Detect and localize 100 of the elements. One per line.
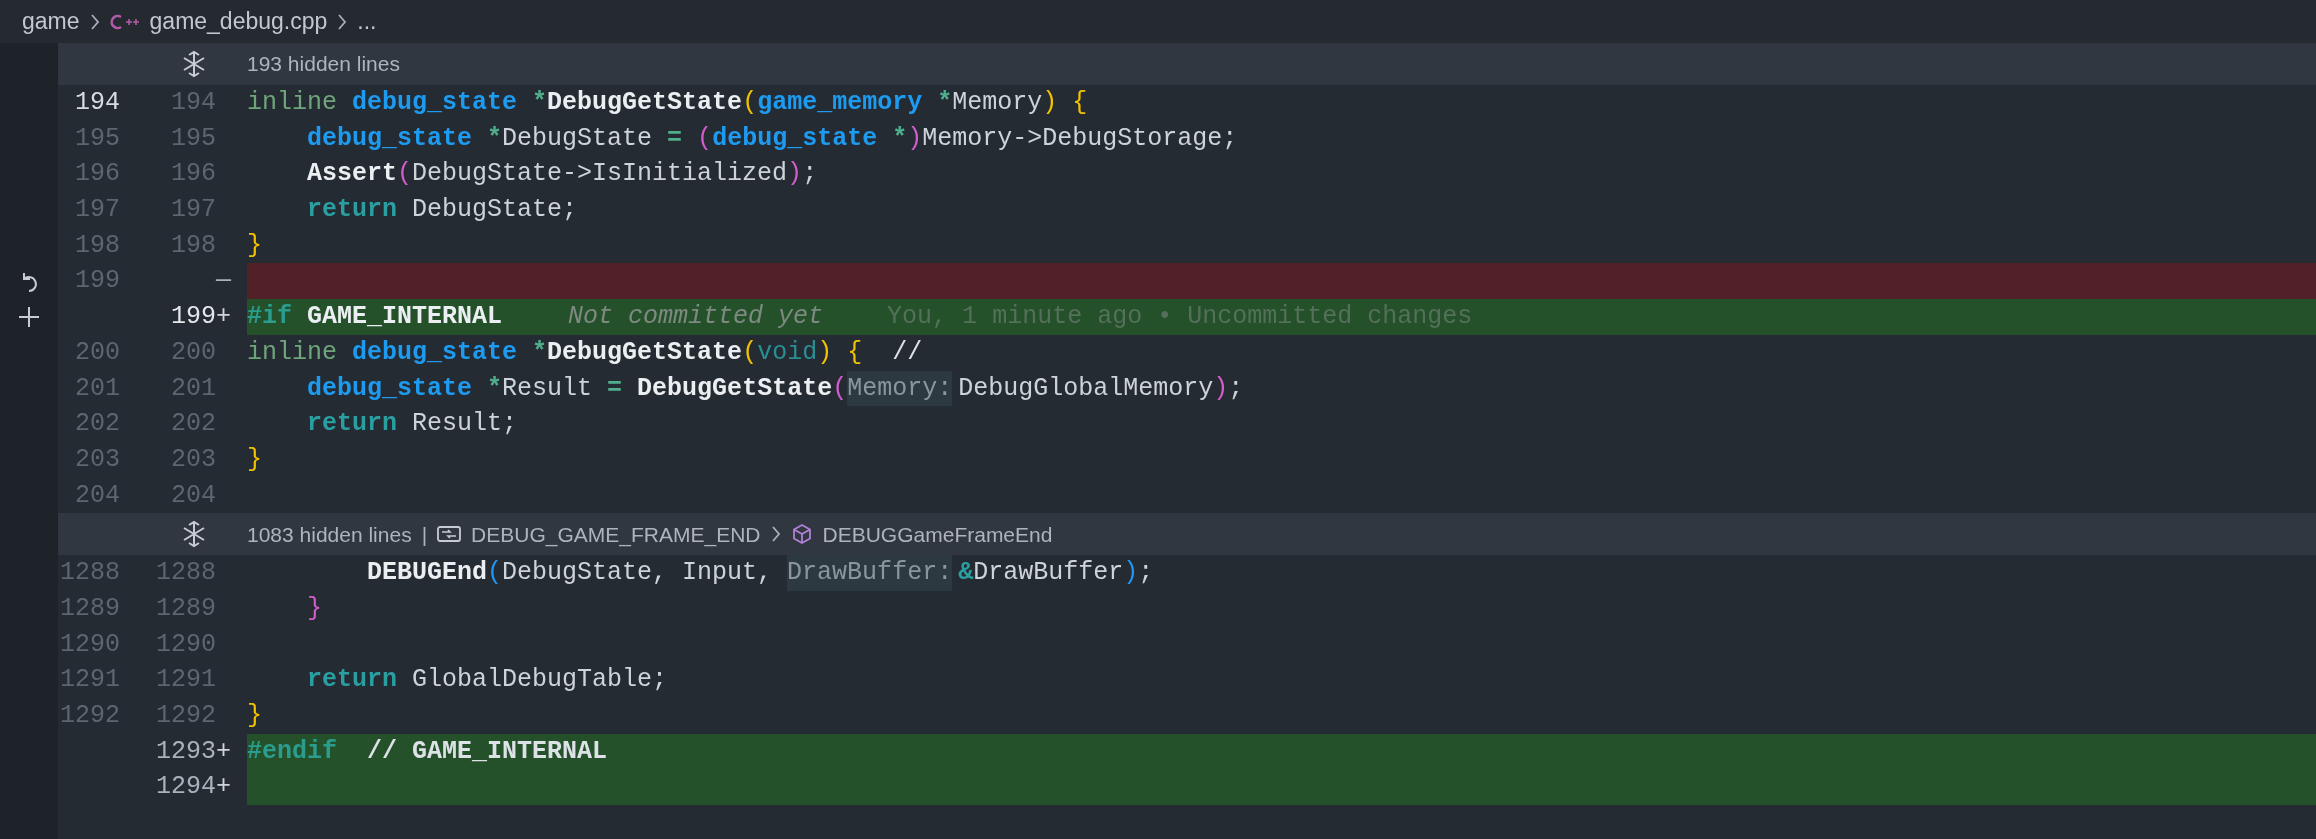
chevron-icon: [337, 12, 348, 31]
code-token: ): [1123, 557, 1139, 590]
line-number: 203: [171, 443, 216, 476]
code-token: GAME_INTERNAL: [307, 301, 503, 334]
symbol-link[interactable]: DEBUG_GAME_FRAME_END: [471, 518, 761, 550]
line-number: 1289: [60, 592, 120, 625]
line-number: 201: [171, 372, 216, 405]
line-number: 1291: [60, 664, 120, 697]
code-token: DrawBuffer: [973, 557, 1124, 590]
line-number: 204: [75, 479, 120, 512]
code-token: DebugGetState: [637, 372, 833, 405]
code-token: DEBUGEnd: [366, 557, 488, 590]
code-token: ;: [1138, 557, 1154, 590]
code-token: *: [532, 87, 548, 119]
removed-marker: —: [216, 265, 231, 298]
line-number: 1290: [60, 628, 120, 661]
plus-icon[interactable]: [17, 304, 41, 329]
line-number: 1293: [156, 735, 216, 768]
code-token: return: [306, 664, 398, 697]
symbol-link[interactable]: DEBUGGameFrameEnd: [822, 518, 1053, 550]
cpp-file-icon: [109, 12, 140, 31]
code-token: }: [306, 592, 322, 625]
blame-status: Not committed yet: [568, 301, 824, 334]
separator: |: [421, 521, 428, 548]
code-token: (: [742, 336, 758, 369]
code-token: (: [487, 557, 503, 590]
code-token: inline: [247, 336, 338, 369]
added-marker: +: [216, 771, 231, 804]
code-token: debug_state: [352, 336, 519, 369]
line-number: 196: [171, 158, 216, 191]
code-token: *: [892, 122, 908, 155]
code-token: game_memory: [757, 87, 924, 119]
line-number: 1292: [156, 700, 216, 732]
chevron-icon: [89, 12, 100, 31]
code-token: (: [697, 122, 713, 155]
line-number: 198: [75, 229, 120, 262]
code-token: Memory: [952, 87, 1043, 119]
added-marker: +: [216, 735, 231, 768]
line-number: 1288: [60, 557, 120, 590]
line-number: 1289: [156, 592, 216, 625]
code-token: inline: [247, 87, 338, 119]
breadcrumb-more[interactable]: ...: [357, 4, 377, 39]
code-token: }: [247, 229, 262, 262]
line-number: 199: [171, 301, 216, 334]
line-number: 202: [171, 408, 216, 441]
code-token: }: [247, 700, 262, 732]
added-marker: +: [216, 301, 231, 334]
line-number: 201: [75, 372, 120, 405]
code-token: return: [306, 194, 398, 227]
code-token: debug_state: [306, 122, 474, 155]
code-token: Result: [502, 372, 594, 405]
code-token: *: [487, 122, 503, 155]
inlay-hint: Memory:: [847, 370, 953, 407]
line-number: 1294: [156, 771, 216, 804]
hidden-lines-label[interactable]: 193 hidden lines: [247, 48, 400, 80]
line-number: 195: [75, 122, 120, 155]
code-token: DebugState, Input,: [502, 557, 774, 590]
line-number: 204: [171, 479, 216, 512]
code-token: debug_state: [352, 87, 519, 119]
code-token: ) {: [1042, 87, 1088, 119]
unfold-icon[interactable]: [181, 50, 207, 78]
line-number: 194: [75, 87, 120, 119]
code-token: =: [607, 372, 624, 405]
code-token: }: [247, 443, 262, 476]
line-number: 1292: [60, 700, 120, 732]
code-token: *: [937, 87, 953, 119]
code-token: DebugState: [502, 122, 654, 155]
code-token: *: [487, 372, 503, 405]
code-token: Result;: [411, 408, 518, 441]
inlay-hint: DrawBuffer:: [787, 555, 953, 591]
line-number: 195: [171, 122, 216, 155]
line-number: 202: [75, 408, 120, 441]
code-token: // GAME_INTERNAL: [367, 735, 608, 768]
code-token: #endif: [247, 735, 338, 768]
code-token: DebugState->IsInitialized: [412, 158, 788, 191]
line-number: 203: [75, 443, 120, 476]
chevron-icon: [770, 525, 781, 544]
line-number: 1291: [156, 664, 216, 697]
code-token: ): [787, 158, 803, 191]
line-number: 196: [75, 158, 120, 191]
line-number: 199: [75, 265, 120, 298]
code-token: DebugGlobalMemory: [958, 372, 1214, 405]
line-number: 198: [171, 229, 216, 262]
code-token: //: [891, 336, 923, 369]
code-token: ;: [1228, 372, 1244, 405]
code-token: (: [397, 158, 413, 191]
code-token: &: [958, 557, 974, 590]
line-number: 200: [171, 336, 216, 369]
breadcrumb-item[interactable]: game_debug.cpp: [149, 4, 328, 39]
code-token: DebugGetState: [547, 87, 743, 119]
code-token: *: [532, 336, 548, 369]
unfold-icon[interactable]: [181, 520, 207, 549]
enum-symbol-icon: [437, 525, 462, 544]
code-token: =: [667, 122, 684, 155]
hidden-lines-label[interactable]: 1083 hidden lines: [247, 518, 412, 550]
code-token: return: [306, 408, 398, 441]
breadcrumb-item[interactable]: game: [22, 4, 80, 39]
code-token: (: [832, 372, 848, 405]
code-token: ) {: [817, 336, 863, 369]
code-token: DebugGetState: [547, 336, 743, 369]
